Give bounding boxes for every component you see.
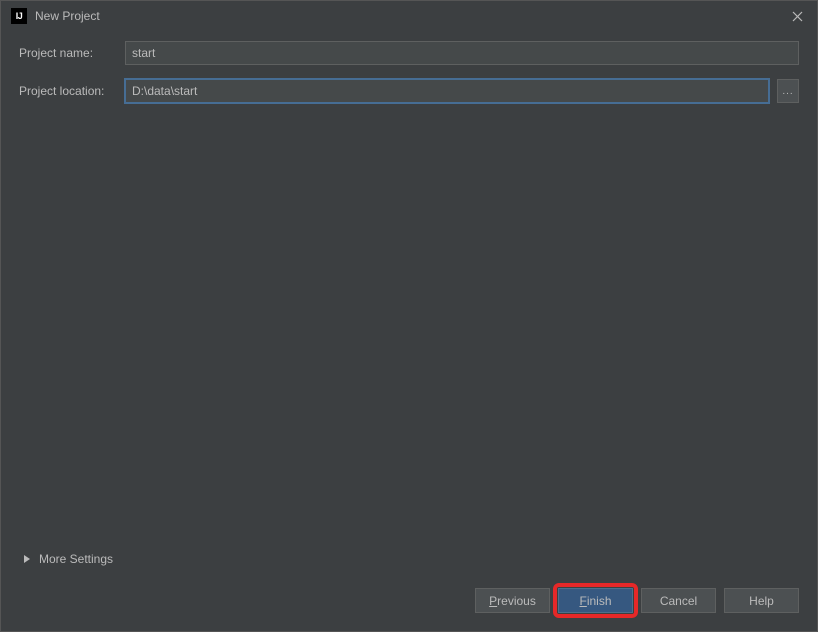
previous-button[interactable]: Previous <box>475 588 550 613</box>
chevron-right-icon <box>23 554 31 564</box>
button-bar: Previous Finish Cancel Help <box>1 578 817 631</box>
close-icon <box>792 11 803 22</box>
more-settings-label: More Settings <box>39 552 113 566</box>
titlebar: IJ New Project <box>1 1 817 31</box>
browse-button[interactable]: ... <box>777 79 799 103</box>
new-project-dialog: IJ New Project Project name: Project loc… <box>0 0 818 632</box>
finish-button[interactable]: Finish <box>558 588 633 613</box>
project-location-input[interactable] <box>125 79 769 103</box>
more-settings-toggle[interactable]: More Settings <box>19 546 799 578</box>
titlebar-left: IJ New Project <box>11 8 100 24</box>
help-button[interactable]: Help <box>724 588 799 613</box>
project-name-input[interactable] <box>125 41 799 65</box>
project-name-label: Project name: <box>19 46 117 60</box>
window-title: New Project <box>35 9 100 23</box>
cancel-button[interactable]: Cancel <box>641 588 716 613</box>
project-name-row: Project name: <box>19 41 799 65</box>
intellij-icon: IJ <box>11 8 27 24</box>
ellipsis-icon: ... <box>782 86 793 97</box>
project-location-row: Project location: ... <box>19 79 799 103</box>
close-button[interactable] <box>787 6 807 26</box>
content-spacer <box>19 117 799 546</box>
dialog-content: Project name: Project location: ... More… <box>1 31 817 578</box>
project-location-label: Project location: <box>19 84 117 98</box>
